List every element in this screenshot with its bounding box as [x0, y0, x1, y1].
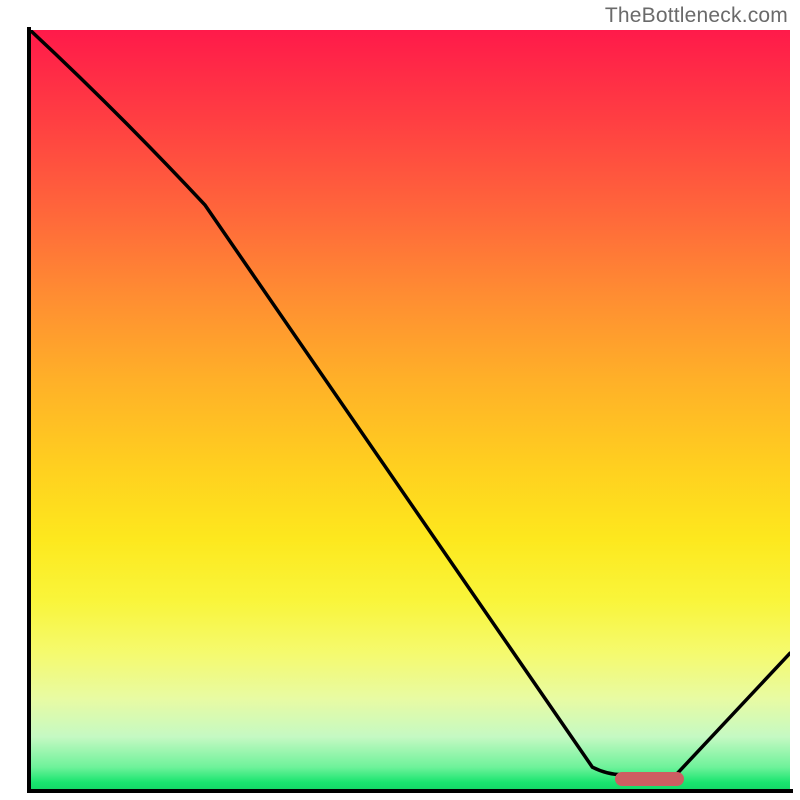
y-axis — [27, 27, 31, 793]
chart-plot-area — [30, 30, 790, 790]
optimal-range-marker — [615, 772, 683, 786]
bottleneck-curve — [30, 30, 790, 790]
watermark-text: TheBottleneck.com — [605, 4, 788, 28]
x-axis — [27, 789, 793, 793]
